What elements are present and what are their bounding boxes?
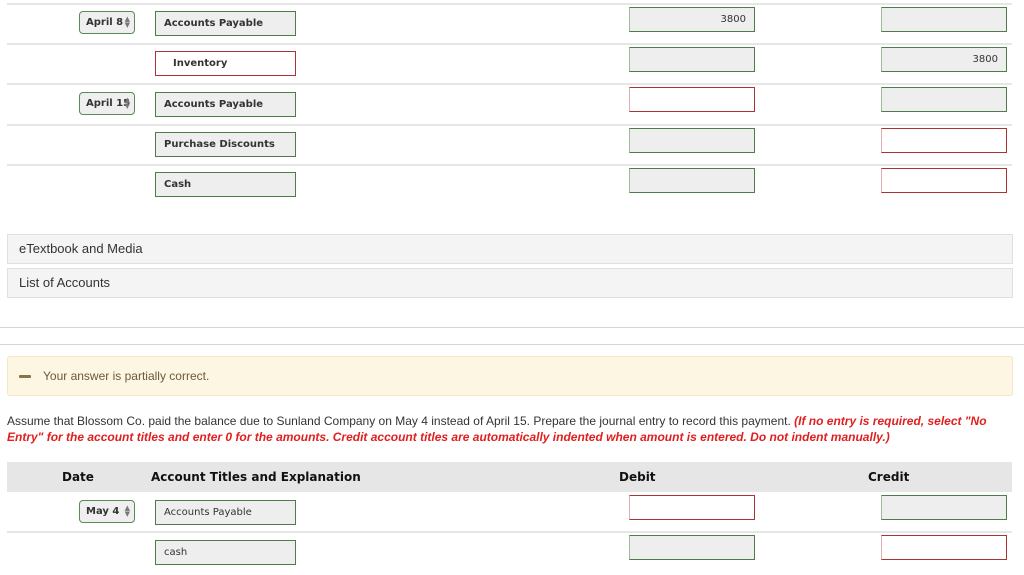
select-arrows-icon: ▲ ▼ — [124, 96, 130, 110]
header-date: Date — [62, 470, 94, 484]
date-select-value: April 8 — [86, 17, 124, 28]
journal-row: cash — [0, 532, 1024, 572]
debit-input[interactable]: 3800 — [629, 7, 755, 32]
debit-input[interactable] — [629, 495, 755, 520]
question-body: Assume that Blossom Co. paid the balance… — [7, 414, 795, 428]
account-title-input[interactable]: cash — [155, 540, 296, 565]
date-select[interactable]: April 15 ▲ ▼ — [79, 92, 135, 115]
header-debit: Debit — [619, 470, 656, 484]
header-account: Account Titles and Explanation — [151, 470, 361, 484]
etextbook-media-link[interactable]: eTextbook and Media — [7, 234, 1013, 264]
debit-input[interactable] — [629, 535, 755, 560]
journal-row: Purchase Discounts — [0, 125, 1024, 165]
header-credit: Credit — [868, 470, 910, 484]
credit-input[interactable] — [881, 87, 1007, 112]
credit-input[interactable] — [881, 168, 1007, 193]
partial-correct-notice: Your answer is partially correct. — [7, 356, 1013, 396]
credit-input[interactable]: 3800 — [881, 47, 1007, 72]
list-of-accounts-link[interactable]: List of Accounts — [7, 268, 1013, 298]
account-title-input[interactable]: Accounts Payable — [155, 11, 296, 36]
account-title-input[interactable]: Cash — [155, 172, 296, 197]
debit-input[interactable] — [629, 128, 755, 153]
date-select[interactable]: May 4 ▲ ▼ — [79, 500, 135, 523]
credit-input[interactable] — [881, 495, 1007, 520]
date-select-value: May 4 — [86, 506, 120, 517]
account-title-input[interactable]: Accounts Payable — [155, 92, 296, 117]
select-arrows-icon: ▲ ▼ — [124, 15, 130, 29]
journal-row: Cash — [0, 165, 1024, 205]
select-arrows-icon: ▲ ▼ — [124, 504, 130, 518]
journal-row: April 8 ▲ ▼ Accounts Payable 3800 — [0, 4, 1024, 44]
journal-row: May 4 ▲ ▼ Accounts Payable — [0, 492, 1024, 532]
debit-input[interactable] — [629, 47, 755, 72]
section-divider — [0, 344, 1024, 345]
account-title-input[interactable]: Inventory — [155, 51, 296, 76]
debit-input[interactable] — [629, 168, 755, 193]
notice-text: Your answer is partially correct. — [43, 369, 210, 383]
journal-row: April 15 ▲ ▼ Accounts Payable — [0, 84, 1024, 124]
journal-row: Inventory 3800 — [0, 44, 1024, 84]
account-title-input[interactable]: Purchase Discounts — [155, 132, 296, 157]
account-title-input[interactable]: Accounts Payable — [155, 500, 296, 525]
date-select-value: April 15 — [86, 98, 131, 109]
credit-input[interactable] — [881, 7, 1007, 32]
question-text: Assume that Blossom Co. paid the balance… — [7, 413, 1012, 445]
debit-input[interactable] — [629, 87, 755, 112]
date-select[interactable]: April 8 ▲ ▼ — [79, 11, 135, 34]
minus-icon — [19, 375, 31, 378]
credit-input[interactable] — [881, 128, 1007, 153]
credit-input[interactable] — [881, 535, 1007, 560]
journal-table-header: Date Account Titles and Explanation Debi… — [7, 462, 1012, 492]
section-divider — [0, 327, 1024, 328]
